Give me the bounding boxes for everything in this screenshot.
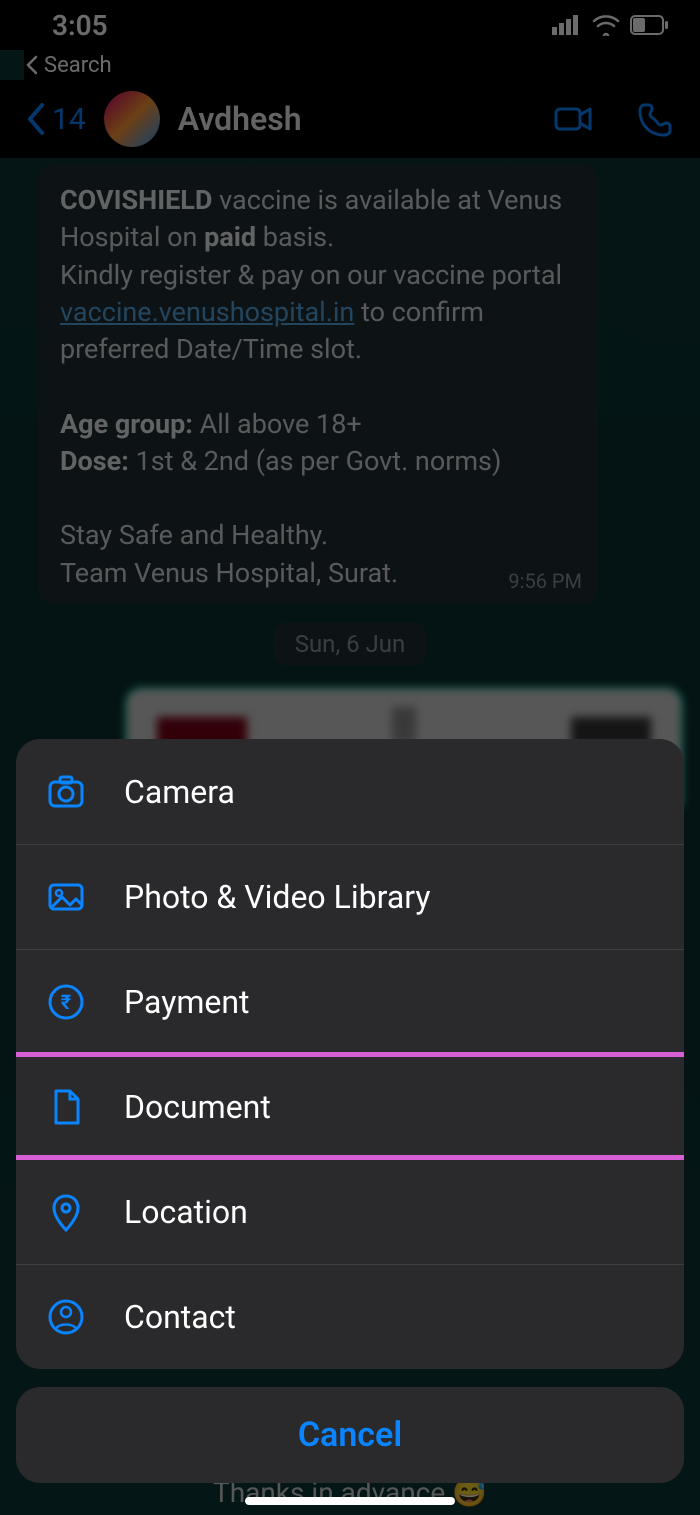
document-icon bbox=[44, 1085, 88, 1129]
contact-icon bbox=[44, 1295, 88, 1339]
attach-payment[interactable]: ₹ Payment bbox=[16, 949, 684, 1054]
cancel-label: Cancel bbox=[298, 1415, 402, 1455]
attach-photo-video[interactable]: Photo & Video Library bbox=[16, 844, 684, 949]
attach-photo-label: Photo & Video Library bbox=[124, 878, 430, 916]
photo-icon bbox=[44, 875, 88, 919]
location-icon bbox=[44, 1190, 88, 1234]
attach-camera[interactable]: Camera bbox=[16, 739, 684, 844]
attach-document-label: Document bbox=[124, 1088, 271, 1126]
attach-contact[interactable]: Contact bbox=[16, 1264, 684, 1369]
attach-camera-label: Camera bbox=[124, 773, 235, 811]
home-indicator[interactable] bbox=[245, 1497, 455, 1505]
attach-location[interactable]: Location bbox=[16, 1159, 684, 1264]
attach-contact-label: Contact bbox=[124, 1298, 236, 1336]
attach-payment-label: Payment bbox=[124, 983, 250, 1021]
rupee-icon: ₹ bbox=[44, 980, 88, 1024]
cancel-button[interactable]: Cancel bbox=[16, 1387, 684, 1483]
attachment-action-sheet: Camera Photo & Video Library ₹ Payment D… bbox=[16, 739, 684, 1483]
attach-document[interactable]: Document bbox=[16, 1054, 684, 1159]
camera-icon bbox=[44, 770, 88, 814]
svg-text:₹: ₹ bbox=[61, 990, 72, 1014]
attach-location-label: Location bbox=[124, 1193, 248, 1231]
tutorial-highlight bbox=[16, 1052, 684, 1160]
